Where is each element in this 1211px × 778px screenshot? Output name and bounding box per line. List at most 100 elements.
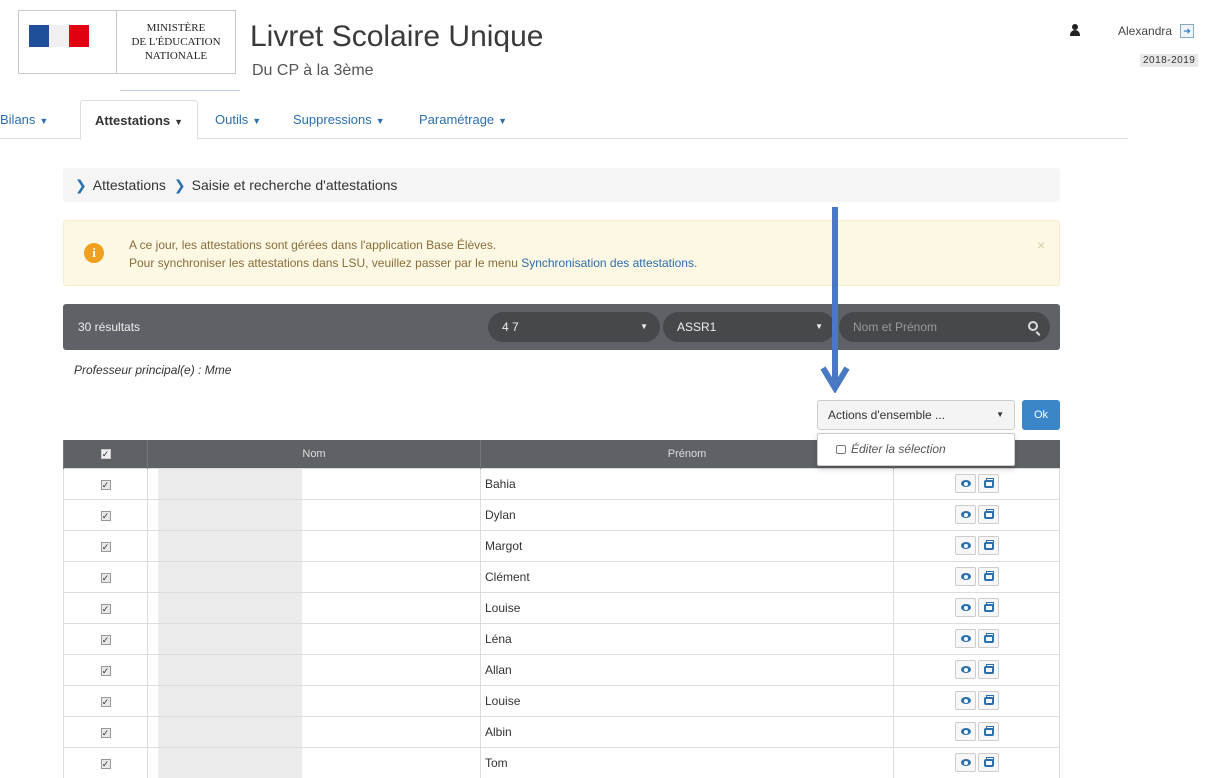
close-icon[interactable]: × [1037, 237, 1045, 253]
logout-icon[interactable]: ➜ [1180, 24, 1194, 38]
row-checkbox[interactable]: ✓ [100, 665, 111, 676]
user-icon [1069, 24, 1081, 36]
row-actions [893, 498, 1060, 531]
nom-cell [147, 622, 481, 655]
row-checkbox[interactable]: ✓ [100, 572, 111, 583]
printer-icon [983, 478, 994, 488]
row-checkbox-cell: ✓ [63, 653, 148, 686]
row-checkbox-cell: ✓ [63, 622, 148, 655]
result-count: 30 résultats [78, 320, 141, 334]
user-name[interactable]: Alexandra [1118, 24, 1172, 38]
view-button[interactable] [954, 629, 976, 648]
row-checkbox[interactable]: ✓ [100, 634, 111, 645]
row-actions [893, 529, 1060, 562]
eye-icon [960, 511, 971, 518]
caret-down-icon: ▼ [174, 117, 184, 127]
breadcrumb: ❯ Attestations ❯ Saisie et recherche d'a… [63, 168, 1060, 202]
table-row: ✓ Tom [63, 746, 1060, 778]
annotation-arrow-shaft [832, 207, 838, 382]
ministry-name: MINISTÈRE DE L'ÉDUCATION NATIONALE [131, 22, 221, 62]
view-button[interactable] [954, 722, 976, 741]
nav-outils[interactable]: Outils ▼ [215, 100, 261, 139]
caret-down-icon: ▼ [815, 322, 823, 331]
nav-parametrage[interactable]: Paramétrage ▼ [419, 100, 507, 139]
row-actions [893, 746, 1060, 778]
nom-cell [147, 746, 481, 778]
select-all-checkbox[interactable]: ✓ [100, 448, 111, 459]
breadcrumb-item-attestations[interactable]: Attestations [93, 177, 166, 193]
redacted-name [158, 499, 302, 530]
search-icon[interactable] [1028, 321, 1038, 331]
row-actions [893, 560, 1060, 593]
nav-suppressions[interactable]: Suppressions ▼ [293, 100, 385, 139]
row-checkbox[interactable]: ✓ [100, 758, 111, 769]
view-button[interactable] [954, 691, 976, 710]
nav-attestations[interactable]: Attestations ▼ [80, 100, 199, 140]
sync-attestations-link[interactable]: Synchronisation des attestations [521, 256, 694, 270]
view-button[interactable] [954, 660, 976, 679]
printer-icon [983, 633, 994, 643]
print-button[interactable] [977, 691, 999, 710]
attestation-select[interactable]: ASSR1 ▼ [663, 312, 835, 342]
print-button[interactable] [977, 505, 999, 524]
nom-cell [147, 498, 481, 531]
nav-bilans[interactable]: Bilans ▼ [0, 100, 48, 139]
print-button[interactable] [977, 660, 999, 679]
menu-item-edit-selection[interactable]: Éditer la sélection [851, 442, 946, 456]
app-title: Livret Scolaire Unique [250, 20, 544, 53]
ok-button[interactable]: Ok [1022, 400, 1060, 430]
row-actions [893, 715, 1060, 748]
row-actions [893, 591, 1060, 624]
nom-cell [147, 653, 481, 686]
eye-icon [960, 542, 971, 549]
caret-down-icon: ▼ [39, 116, 49, 126]
printer-icon [983, 726, 994, 736]
table-row: ✓ Albin [63, 715, 1060, 748]
row-checkbox[interactable]: ✓ [100, 479, 111, 490]
row-checkbox[interactable]: ✓ [100, 541, 111, 552]
prenom-cell: Léna [480, 622, 894, 655]
header-divider [120, 90, 240, 91]
chevron-right-icon: ❯ [75, 176, 87, 193]
caret-down-icon: ▼ [640, 322, 648, 331]
name-search-input[interactable]: Nom et Prénom [839, 312, 1050, 342]
table-row: ✓ Louise [63, 591, 1060, 624]
row-checkbox[interactable]: ✓ [100, 603, 111, 614]
professeur-principal: Professeur principal(e) : Mme [74, 363, 232, 377]
print-button[interactable] [977, 722, 999, 741]
print-button[interactable] [977, 629, 999, 648]
print-button[interactable] [977, 474, 999, 493]
header-nom[interactable]: Nom [147, 440, 481, 468]
eye-icon [960, 728, 971, 735]
prenom-cell: Allan [480, 653, 894, 686]
school-year: 2018-2019 [1140, 54, 1199, 67]
info-alert: i A ce jour, les attestations sont gérée… [63, 220, 1060, 286]
row-checkbox[interactable]: ✓ [100, 727, 111, 738]
row-checkbox[interactable]: ✓ [100, 696, 111, 707]
print-button[interactable] [977, 567, 999, 586]
table-row: ✓ Louise [63, 684, 1060, 717]
row-checkbox-cell: ✓ [63, 591, 148, 624]
marianne-flag-icon [19, 11, 117, 73]
printer-icon [983, 509, 994, 519]
row-checkbox-cell: ✓ [63, 467, 148, 500]
row-checkbox[interactable]: ✓ [100, 510, 111, 521]
annotation-arrow-head-icon [820, 366, 850, 393]
class-select[interactable]: 4 7 ▼ [488, 312, 660, 342]
printer-icon [983, 571, 994, 581]
view-button[interactable] [954, 536, 976, 555]
bulk-actions-select[interactable]: Actions d'ensemble ... ▼ [817, 400, 1015, 430]
caret-down-icon: ▼ [498, 116, 508, 126]
eye-icon [960, 573, 971, 580]
view-button[interactable] [954, 505, 976, 524]
view-button[interactable] [954, 753, 976, 772]
print-button[interactable] [977, 753, 999, 772]
printer-icon [983, 757, 994, 767]
view-button[interactable] [954, 598, 976, 617]
print-button[interactable] [977, 598, 999, 617]
table-row: ✓ Margot [63, 529, 1060, 562]
view-button[interactable] [954, 474, 976, 493]
view-button[interactable] [954, 567, 976, 586]
print-button[interactable] [977, 536, 999, 555]
redacted-name [158, 623, 302, 654]
